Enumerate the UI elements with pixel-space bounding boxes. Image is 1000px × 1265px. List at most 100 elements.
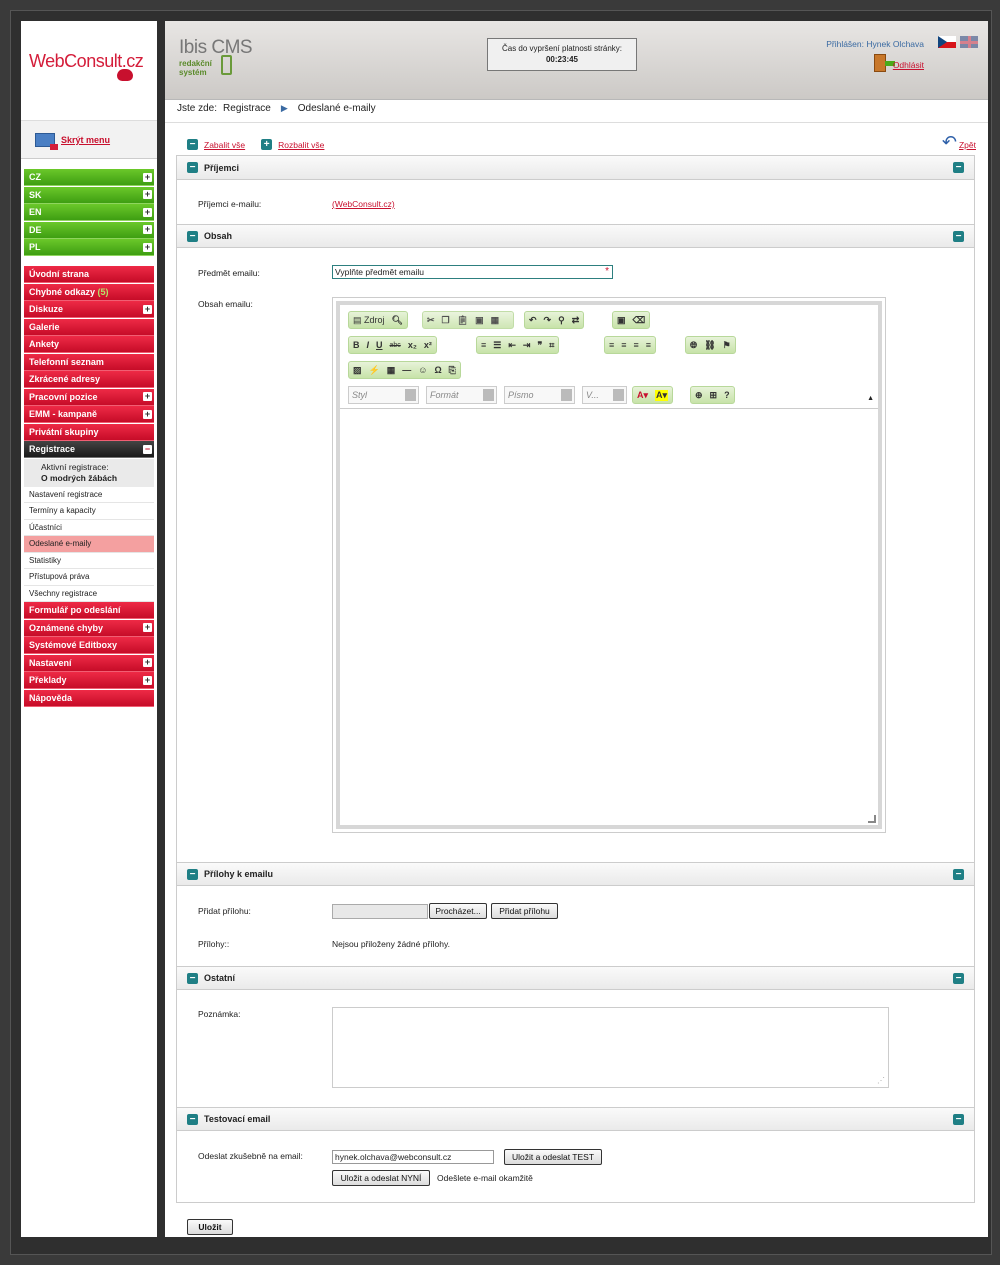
save-button[interactable]: Uložit [187,1219,233,1235]
show-blocks-icon[interactable]: ⊞ [710,390,718,401]
breadcrumb-registrace[interactable]: Registrace [223,103,271,114]
bullet-list-icon[interactable]: ☰ [493,340,501,351]
anchor-flag-icon[interactable]: ⚑ [723,340,731,351]
sub-item-pristupova-prava[interactable]: Přístupová práva [24,569,154,586]
strikethrough-icon[interactable]: abc [390,342,401,349]
logout-link[interactable]: Odhlásit [893,60,924,70]
text-color-icon[interactable]: A▾ [637,390,648,401]
logout-icon[interactable] [874,54,895,72]
help-icon[interactable]: ? [724,390,730,400]
sub-item-nastaveni-registrace[interactable]: Nastavení registrace [24,487,154,503]
align-right-icon[interactable]: ≡ [634,340,639,350]
style-select[interactable]: Styl [348,386,419,404]
minus-icon[interactable]: − [143,444,152,454]
sidebar-item-telefonni-seznam[interactable]: Telefonní seznam [24,353,154,371]
back-button[interactable]: ↶ Zpět [942,133,976,151]
recipients-link[interactable]: (WebConsult.cz) [332,199,395,209]
sidebar-item-pracovni-pozice[interactable]: Pracovní pozice + [24,388,154,406]
source-button[interactable]: ▤ Zdroj [353,315,385,326]
select-all-icon[interactable]: ▣ [617,315,626,326]
add-attachment-button[interactable]: Přidat přílohu [491,903,558,919]
plus-icon[interactable]: + [143,304,152,314]
table-icon[interactable]: ▦ [387,365,396,376]
section-header-test[interactable]: − Testovací email − [177,1107,974,1131]
collapse-icon[interactable]: − [953,1114,964,1125]
collapse-icon[interactable]: − [187,1113,198,1125]
align-left-icon[interactable]: ≡ [609,340,614,350]
test-email-input[interactable]: hynek.olchava@webconsult.cz [332,1150,494,1164]
collapse-icon[interactable]: − [187,162,198,173]
resize-handle-icon[interactable] [868,815,876,823]
section-header-prijemci[interactable]: − Příjemci − [177,156,974,180]
section-header-prilohy[interactable]: − Přílohy k emailu − [177,862,974,886]
collapse-icon[interactable]: − [187,230,198,242]
collapse-icon[interactable]: − [953,973,964,984]
paste-text-icon[interactable]: ▣ [475,315,484,326]
flash-icon[interactable]: ⚡ [369,365,380,376]
undo-icon[interactable]: ↶ [529,315,537,326]
superscript-icon[interactable]: x² [424,340,432,350]
scroll-up-icon[interactable]: ▲ [867,395,874,402]
page-break-icon[interactable]: ⎘ [449,365,456,376]
logo[interactable]: WebConsult.cz [21,21,157,121]
font-select[interactable]: Písmo [504,386,575,404]
indent-icon[interactable]: ⇥ [523,340,531,351]
collapse-icon[interactable]: − [953,162,964,173]
plus-icon[interactable]: + [143,172,152,182]
size-select[interactable]: V... [582,386,627,404]
english-flag-icon[interactable] [960,36,978,48]
sidebar-item-galerie[interactable]: Galerie [24,318,154,336]
sidebar-item-pl[interactable]: PL + [24,239,154,256]
sub-item-odeslane-emaily[interactable]: Odeslané e-maily [24,536,154,553]
align-center-icon[interactable]: ≡ [621,340,626,350]
collapse-icon[interactable]: − [187,139,198,150]
sub-item-vsechny-registrace[interactable]: Všechny registrace [24,586,154,602]
expand-icon[interactable]: + [261,139,273,150]
sidebar-item-cz[interactable]: CZ + [24,169,154,186]
subject-input[interactable]: Vyplňte předmět emailu * [332,265,613,279]
justify-icon[interactable]: ≡ [646,340,651,350]
save-send-test-button[interactable]: Uložit a odeslat TEST [504,1149,602,1165]
bold-icon[interactable]: B [353,340,360,350]
sidebar-item-systemove-editboxy[interactable]: Systémové Editboxy [24,637,154,654]
sub-item-statistiky[interactable]: Statistiky [24,553,154,569]
section-header-obsah[interactable]: − Obsah − [177,224,974,248]
numbered-list-icon[interactable]: ≡ [481,340,486,350]
sidebar-item-uvodni-strana[interactable]: Úvodní strana [24,266,154,283]
sub-item-ucastnici[interactable]: Účastníci [24,520,154,536]
plus-icon[interactable]: + [143,242,152,252]
div-icon[interactable]: ⌗ [549,340,554,351]
section-header-ostatni[interactable]: − Ostatní − [177,966,974,990]
paste-icon[interactable]: 📋︎ [457,315,468,326]
sidebar-item-preklady[interactable]: Překlady + [24,672,154,689]
plus-icon[interactable]: + [143,675,152,685]
bg-color-icon[interactable]: A▾ [655,389,669,401]
sub-item-terminy[interactable]: Termíny a kapacity [24,503,154,520]
collapse-icon[interactable]: − [187,972,198,984]
format-select[interactable]: Formát [426,386,497,404]
copy-icon[interactable]: ❐ [442,315,450,326]
sidebar-item-emm-kampane[interactable]: EMM - kampaně + [24,406,154,423]
subscript-icon[interactable]: x₂ [408,340,417,350]
plus-icon[interactable]: + [143,623,152,632]
sidebar-item-oznamene-chyby[interactable]: Oznámené chyby + [24,619,154,637]
sidebar-item-en[interactable]: EN + [24,204,154,221]
plus-icon[interactable]: + [143,190,152,199]
remove-format-icon[interactable]: ⌫ [633,315,646,326]
plus-icon[interactable]: + [143,658,152,667]
editor-content-area[interactable] [340,408,878,825]
special-char-icon[interactable]: Ω [434,365,441,375]
sidebar-item-sk[interactable]: SK + [24,186,154,204]
link-icon[interactable]: 🌐︎ [690,340,697,351]
image-icon[interactable]: ▨ [353,365,362,376]
collapse-icon[interactable]: − [953,869,964,880]
collapse-icon[interactable]: − [953,231,964,242]
browse-button[interactable]: Procházet... [429,903,487,919]
plus-icon[interactable]: + [143,225,152,234]
smiley-icon[interactable]: ☺ [418,365,427,375]
sidebar-item-diskuze[interactable]: Diskuze + [24,301,154,318]
sidebar-item-registrace[interactable]: Registrace − [24,441,154,458]
outdent-icon[interactable]: ⇤ [508,340,516,351]
plus-icon[interactable]: + [143,409,152,419]
cut-icon[interactable]: ✂ [427,315,435,326]
